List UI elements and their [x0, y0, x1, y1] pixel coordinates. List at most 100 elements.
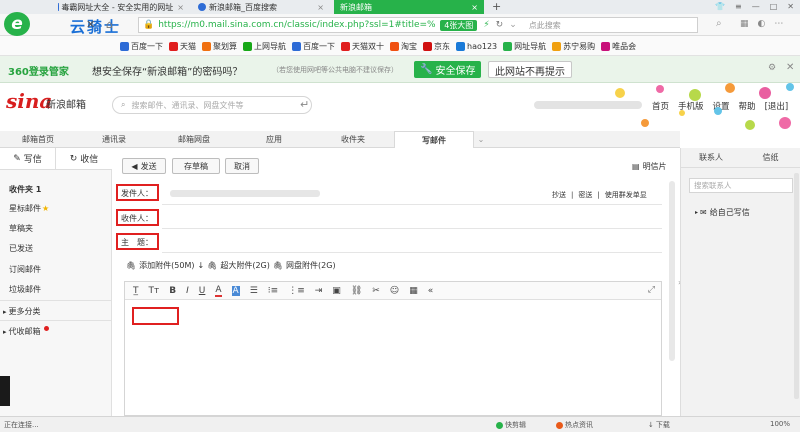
fullscreen-icon[interactable]: ⤢ [648, 285, 655, 295]
close-bar-icon[interactable]: ✕ [786, 62, 794, 73]
font-family-icon[interactable]: T̲ [133, 286, 139, 296]
bookmark-item[interactable]: 百度一下 [292, 41, 335, 52]
align-icon[interactable]: ☰ [250, 286, 258, 296]
bullet-list-icon[interactable]: ⋮≡ [288, 286, 305, 296]
write-mail-button[interactable]: ✎ 写信 [0, 147, 56, 170]
bookmark-item[interactable]: 天猫双十 [341, 41, 384, 52]
to-input[interactable] [162, 210, 662, 226]
image-icon[interactable]: ▣ [332, 286, 341, 296]
font-color-icon[interactable]: A [215, 285, 222, 297]
sidebar-more-categories[interactable]: ▸ 更多分类 [3, 306, 41, 317]
sidebar-item-drafts[interactable]: 草稿夹 [9, 223, 33, 234]
cancel-button[interactable]: 取消 [225, 158, 259, 174]
disk-attachment-link[interactable]: 网盘附件(2G) [286, 260, 336, 271]
bookmark-item[interactable]: 百度一下 [120, 41, 163, 52]
bookmark-item[interactable]: 上网导航 [243, 41, 286, 52]
write-to-self-link[interactable]: ▸ ✉ 给自己写信 [695, 207, 750, 218]
shirt-icon[interactable]: 👕 [715, 2, 725, 11]
font-size-icon[interactable]: Tт [149, 286, 160, 296]
never-remind-button[interactable]: 此网站不再提示 [488, 61, 572, 78]
sidebar-item-spam[interactable]: 垃圾邮件 [9, 284, 41, 295]
apps-icon[interactable]: ▦ [740, 19, 749, 29]
menu-icon[interactable]: ≡ [735, 2, 742, 11]
sidebar-proxy-mailbox[interactable]: ▸ 代收邮箱 [3, 326, 49, 337]
tab-apps[interactable]: 应用 [236, 131, 312, 148]
add-attachment-link[interactable]: 添加附件(50M) [139, 260, 194, 271]
browser-tab-3[interactable]: 新浪邮箱 × [334, 0, 484, 14]
bcc-link[interactable]: 密送 [578, 190, 592, 200]
bookmark-item[interactable]: 苏宁易购 [552, 41, 595, 52]
big-attachment-link[interactable]: 超大附件(2G) [220, 260, 270, 271]
search-box[interactable]: 点此搜索 [529, 20, 561, 31]
refresh-icon[interactable]: ↻ [496, 20, 504, 30]
bookmark-item[interactable]: 网址导航 [503, 41, 546, 52]
receive-mail-button[interactable]: ↻ 收信 [56, 148, 112, 170]
message-editor[interactable]: T̲ Tт B I U A A ☰ ⁝≡ ⋮≡ ⇥ ▣ ⛓ ✂ ☺ ▦ « ⤢ [124, 281, 662, 416]
sidebar-item-sent[interactable]: 已发送 [9, 243, 33, 254]
tab-more-chevron-icon[interactable]: ⌄ [474, 131, 488, 148]
underline-icon[interactable]: U [199, 286, 206, 296]
subject-input[interactable] [162, 234, 662, 250]
address-search-icon[interactable]: ⌕ [716, 18, 722, 29]
more-icon[interactable]: ⋯ [774, 19, 783, 29]
zoom-level[interactable]: 100% [770, 420, 790, 428]
link-icon[interactable]: ⛓ [351, 286, 362, 296]
bookmark-item[interactable]: 聚划算 [202, 41, 237, 52]
contact-search-input[interactable]: 搜索联系人 [689, 178, 793, 193]
bookmark-item[interactable]: 唯品会 [601, 41, 636, 52]
stop-icon[interactable]: ✕ [86, 18, 95, 31]
url-box[interactable]: 🔒 https://m0.mail.sina.com.cn/classic/in… [138, 17, 698, 33]
tab-compose[interactable]: 写邮件 [394, 131, 474, 148]
sidebar-item-starred[interactable]: 星标邮件 ★ [9, 203, 49, 214]
media-widget-icon[interactable] [0, 376, 10, 406]
settings-gear-icon[interactable]: ⚙ [768, 63, 776, 73]
right-scrollbar[interactable] [794, 173, 799, 399]
minimize-icon[interactable]: — [752, 2, 760, 11]
browser-tab-1[interactable]: 毒霸网址大全 - 安全实用的网址 × [52, 0, 190, 14]
italic-icon[interactable]: I [186, 286, 189, 296]
tab-close-icon[interactable]: × [313, 3, 324, 12]
hot-news-item[interactable]: 热点资讯 [556, 420, 593, 430]
scissors-icon[interactable]: ✂ [372, 286, 380, 296]
bold-icon[interactable]: B [169, 286, 176, 296]
cc-link[interactable]: 抄送 [552, 190, 566, 200]
highlight-icon[interactable]: A [231, 285, 240, 296]
flash-icon[interactable]: ⚡ [483, 20, 489, 30]
tab-mail-home[interactable]: 邮箱首页 [0, 131, 76, 148]
group-send-link[interactable]: 使用群发单显 [605, 190, 647, 200]
bookmark-item[interactable]: 天猫 [169, 41, 196, 52]
url-text[interactable]: https://m0.mail.sina.com.cn/classic/inde… [158, 20, 436, 30]
indent-icon[interactable]: ⇥ [315, 286, 323, 296]
bookmark-item[interactable]: 淘宝 [390, 41, 417, 52]
bookmark-item[interactable]: 京东 [423, 41, 450, 52]
template-icon[interactable]: ▦ [409, 286, 418, 296]
ordered-list-icon[interactable]: ⁝≡ [268, 286, 278, 296]
browser-tab-2[interactable]: 新浪邮箱_百度搜索 × [192, 0, 330, 14]
send-button[interactable]: ◀ 发送 [122, 158, 166, 174]
tab-right-stationery[interactable]: 信纸 [741, 152, 800, 163]
bag-icon[interactable]: ◐ [758, 19, 766, 29]
quick-clip-item[interactable]: 快剪辑 [496, 420, 526, 430]
maximize-icon[interactable]: □ [770, 2, 778, 11]
dropdown-icon[interactable]: ⌄ [509, 20, 517, 30]
postcard-button[interactable]: ▤ 明信片 [632, 161, 667, 172]
tab-right-contacts[interactable]: 联系人 [681, 152, 741, 163]
compose-scrollbar[interactable] [669, 181, 675, 361]
tab-close-icon[interactable]: × [467, 3, 478, 12]
collapse-icon[interactable]: « [428, 286, 434, 296]
bookmark-item[interactable]: hao123 [456, 42, 497, 51]
from-address-blurred[interactable] [170, 190, 320, 197]
download-item[interactable]: ↓ 下载 [648, 420, 670, 430]
close-window-icon[interactable]: ✕ [787, 2, 794, 11]
tab-close-icon[interactable]: × [173, 3, 184, 12]
tab-contacts[interactable]: 通讯录 [76, 131, 152, 148]
emoji-icon[interactable]: ☺ [390, 286, 399, 296]
sidebar-item-inbox[interactable]: 收件夹 1 [9, 184, 41, 195]
new-tab-button[interactable]: + [492, 0, 501, 13]
image-badge[interactable]: 4张大图 [440, 19, 478, 31]
mail-search-input[interactable]: ⌕ 搜索邮件、通讯录、网盘文件等 [112, 96, 312, 114]
secure-save-button[interactable]: 🔧 安全保存 [414, 61, 482, 78]
return-arrow-icon[interactable]: ↵ [300, 98, 309, 111]
home-icon[interactable]: ⌂ [106, 18, 113, 31]
sidebar-item-subscriptions[interactable]: 订阅邮件 [9, 264, 41, 275]
